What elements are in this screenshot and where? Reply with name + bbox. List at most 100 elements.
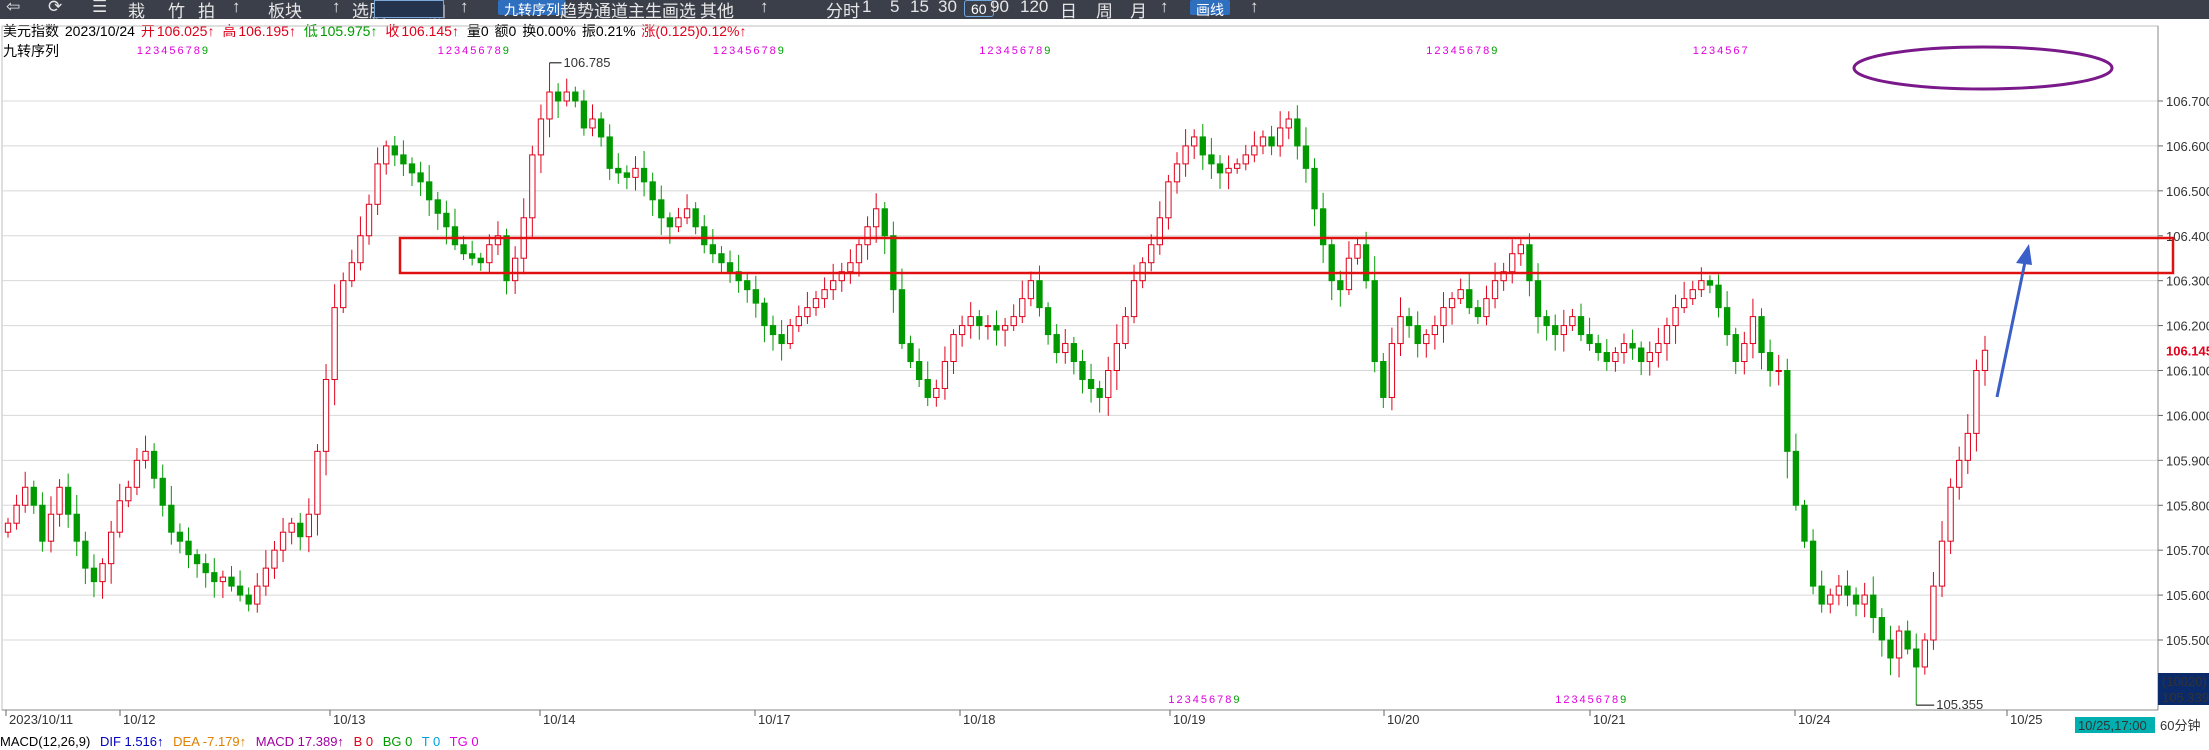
- candle[interactable]: [1070, 343, 1078, 363]
- candle[interactable]: [460, 244, 467, 255]
- candle[interactable]: [1276, 127, 1284, 147]
- candle[interactable]: [1801, 504, 1808, 542]
- candle[interactable]: [477, 257, 484, 264]
- candle[interactable]: [13, 504, 20, 524]
- candle[interactable]: [30, 486, 37, 506]
- draw-line-button[interactable]: 画线: [1190, 0, 1230, 18]
- candle[interactable]: [1784, 370, 1791, 452]
- candle[interactable]: [1268, 136, 1275, 147]
- candle[interactable]: [872, 208, 880, 228]
- candle[interactable]: [778, 334, 785, 345]
- candle[interactable]: [984, 325, 992, 328]
- toolbar-item[interactable]: 板块: [268, 0, 302, 19]
- candle[interactable]: [1887, 639, 1894, 659]
- candle[interactable]: [1775, 370, 1782, 373]
- candle[interactable]: [176, 531, 184, 542]
- candle[interactable]: [1440, 307, 1447, 327]
- toolbar-item[interactable]: ↑: [332, 0, 341, 17]
- candle[interactable]: [537, 118, 545, 156]
- toolbar-item[interactable]: 拍: [198, 0, 215, 19]
- candle[interactable]: [632, 167, 639, 178]
- period-input[interactable]: [374, 0, 444, 18]
- candle[interactable]: [1328, 244, 1335, 282]
- candle[interactable]: [1130, 280, 1138, 318]
- candle[interactable]: [1603, 352, 1610, 363]
- candle[interactable]: [795, 316, 802, 327]
- candle[interactable]: [279, 531, 287, 551]
- candle[interactable]: [1809, 540, 1817, 587]
- candle[interactable]: [1595, 343, 1602, 354]
- candle[interactable]: [761, 302, 768, 327]
- candle[interactable]: [116, 500, 123, 533]
- candle[interactable]: [976, 316, 983, 327]
- candle[interactable]: [133, 459, 141, 488]
- candle[interactable]: [1019, 298, 1026, 318]
- candle[interactable]: [847, 262, 854, 273]
- toolbar-item[interactable]: 月: [1130, 0, 1147, 19]
- toolbar-item[interactable]: 日: [1060, 0, 1077, 19]
- candle[interactable]: [1156, 217, 1163, 246]
- candle[interactable]: [1414, 325, 1421, 345]
- candle[interactable]: [331, 307, 338, 380]
- toolbar-item[interactable]: ⟳: [48, 0, 62, 17]
- candle[interactable]: [417, 172, 424, 183]
- toolbar-item[interactable]: 1: [862, 0, 871, 17]
- candle[interactable]: [1448, 298, 1456, 309]
- toolbar-item[interactable]: 90: [990, 0, 1009, 17]
- candle[interactable]: [1749, 316, 1757, 345]
- candle[interactable]: [1844, 585, 1851, 596]
- candlestick-chart[interactable]: 106.700106.600106.500106.400106.300106.2…: [0, 19, 2209, 734]
- candle[interactable]: [1792, 450, 1800, 506]
- candle[interactable]: [1096, 387, 1103, 398]
- candle[interactable]: [1766, 352, 1774, 372]
- candle[interactable]: [1852, 594, 1860, 605]
- candle[interactable]: [1655, 343, 1662, 354]
- candle[interactable]: [451, 226, 459, 246]
- candle[interactable]: [1466, 289, 1473, 309]
- toolbar-item[interactable]: ↑: [1250, 0, 1259, 17]
- candle[interactable]: [666, 217, 674, 228]
- candle[interactable]: [99, 563, 106, 583]
- candle[interactable]: [683, 208, 691, 219]
- candle[interactable]: [1191, 136, 1198, 147]
- candle[interactable]: [1319, 208, 1327, 246]
- candle[interactable]: [1672, 307, 1679, 327]
- candle[interactable]: [1388, 343, 1396, 398]
- candle[interactable]: [649, 181, 656, 201]
- candle[interactable]: [1569, 316, 1576, 327]
- candle[interactable]: [1113, 343, 1121, 372]
- candle[interactable]: [1620, 343, 1628, 354]
- candle[interactable]: [65, 486, 72, 515]
- candle[interactable]: [1139, 262, 1146, 282]
- candle[interactable]: [245, 594, 252, 605]
- toolbar-item[interactable]: ↑: [760, 0, 769, 17]
- candle[interactable]: [1534, 280, 1542, 318]
- candle[interactable]: [1921, 639, 1928, 668]
- candle[interactable]: [1027, 280, 1035, 300]
- candle[interactable]: [297, 522, 304, 538]
- candle[interactable]: [1423, 334, 1430, 345]
- candle[interactable]: [400, 154, 407, 165]
- candle[interactable]: [1010, 316, 1017, 327]
- candle[interactable]: [348, 262, 355, 282]
- candle[interactable]: [675, 217, 682, 228]
- candle[interactable]: [709, 244, 717, 255]
- candle[interactable]: [1225, 167, 1232, 174]
- candle[interactable]: [623, 172, 631, 178]
- candle[interactable]: [1586, 334, 1593, 345]
- candle[interactable]: [1543, 316, 1550, 327]
- candle[interactable]: [1552, 325, 1559, 336]
- toolbar-item[interactable]: 15: [910, 0, 929, 17]
- candle[interactable]: [1870, 594, 1877, 619]
- candle[interactable]: [150, 450, 158, 479]
- candle[interactable]: [1517, 244, 1524, 255]
- candle[interactable]: [1491, 280, 1499, 300]
- candle[interactable]: [486, 244, 493, 264]
- candle[interactable]: [1973, 370, 1980, 434]
- toolbar-item[interactable]: ☰: [92, 0, 107, 17]
- candle[interactable]: [589, 118, 596, 129]
- candle[interactable]: [357, 235, 364, 264]
- candle[interactable]: [125, 486, 132, 502]
- candle[interactable]: [1861, 594, 1868, 605]
- candle[interactable]: [787, 325, 794, 345]
